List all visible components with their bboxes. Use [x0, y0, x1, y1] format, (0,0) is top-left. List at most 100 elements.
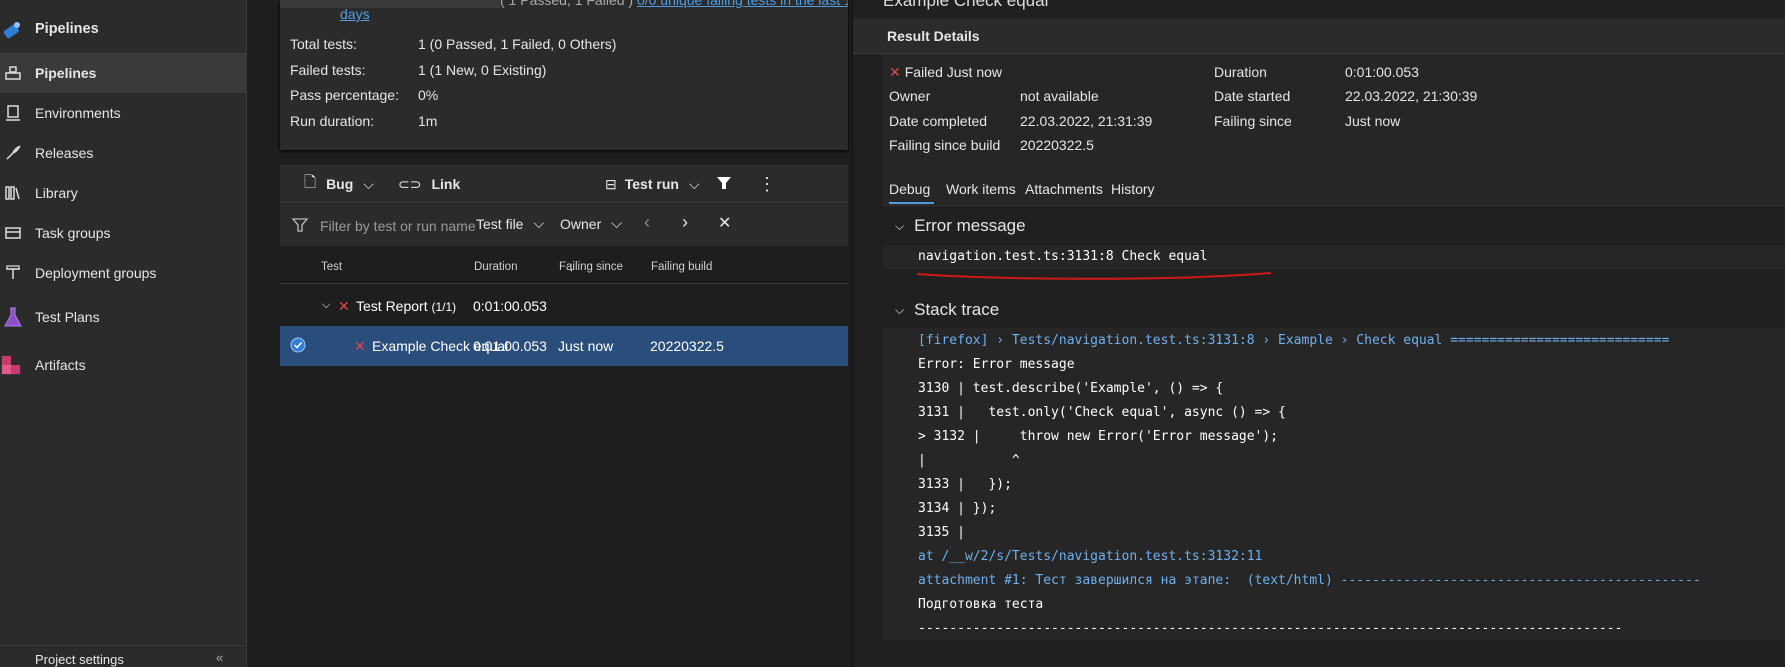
field-value: 22.03.2022, 21:30:39 — [1345, 88, 1478, 104]
test-run-button[interactable]: ⊟ Test run ⌵ — [605, 165, 700, 203]
filter-bar: Filter by test or run name Test file ⌵ O… — [280, 204, 848, 246]
sidebar-item-task-groups[interactable]: Task groups — [0, 213, 247, 253]
chevron-down-icon: ⌵ — [895, 218, 905, 233]
field-value: 0:01:00.053 — [1345, 64, 1419, 80]
summary-value: 1 (0 Passed, 1 Failed, 0 Others) — [418, 36, 617, 52]
close-icon[interactable]: ✕ — [718, 213, 731, 233]
filter-button[interactable] — [716, 165, 732, 203]
sidebar-header[interactable]: Pipelines — [0, 8, 247, 50]
column-failing-since[interactable]: Failing since — [559, 261, 623, 273]
tab-history[interactable]: History — [1111, 181, 1155, 197]
chevron-down-icon: ⌵ — [688, 175, 700, 192]
summary-key: Total tests: — [290, 36, 357, 52]
summary-value: 1m — [418, 113, 438, 129]
failed-x-icon: ✕ — [338, 298, 350, 314]
link-icon: ⊂⊃ — [398, 175, 422, 192]
field-value: not available — [1020, 88, 1099, 104]
next-icon[interactable]: › — [682, 212, 688, 233]
selected-check-icon[interactable] — [290, 337, 306, 356]
test-plans-icon — [2, 306, 24, 328]
failed-x-icon: ✕ — [354, 338, 366, 354]
chevron-down-icon[interactable]: ⌵ — [322, 299, 330, 312]
summary-top-strip: days ( 1 Passed, 1 Failed ) 0/0 unique f… — [280, 0, 848, 22]
stack-line: Error: Error message — [918, 357, 1075, 372]
result-title: Example Check equal — [883, 0, 1049, 10]
sidebar-item-releases[interactable]: Releases — [0, 133, 247, 173]
chevron-down-icon: ⌵ — [895, 302, 905, 317]
sidebar-item-pipelines[interactable]: Pipelines — [0, 53, 247, 93]
chevron-down-icon: ⌵ — [533, 215, 545, 231]
chevron-down-icon: ⌵ — [611, 215, 622, 231]
field-key: Failing since build — [889, 137, 1001, 153]
failing-tests-link[interactable]: 0/0 unique failing tests in the last 14 — [637, 0, 848, 8]
pipelines-icon — [2, 62, 24, 84]
test-file-label: Test file — [476, 215, 524, 232]
chevron-down-icon: ⌵ — [363, 175, 374, 192]
sidebar-item-label: Environments — [35, 105, 121, 121]
test-file-dropdown[interactable]: Test file ⌵ — [476, 215, 544, 232]
sidebar-item-artifacts[interactable]: Artifacts — [0, 345, 247, 385]
sidebar-item-library[interactable]: Library — [0, 173, 247, 213]
bug-icon: 🗋 — [304, 173, 317, 191]
test-run-icon: ⊟ — [605, 175, 617, 192]
field-key: Failing since — [1214, 113, 1292, 129]
result-details-header: Result Details — [853, 18, 1785, 54]
tab-debug[interactable]: Debug — [889, 181, 930, 197]
stack-line: > 3132 | throw new Error('Error message'… — [918, 429, 1279, 444]
project-settings-label: Project settings — [35, 652, 124, 667]
previous-icon[interactable]: ‹ — [644, 212, 650, 233]
group-duration: 0:01:00.053 — [473, 298, 547, 314]
collapse-icon[interactable]: « — [216, 650, 223, 665]
sidebar-bottom[interactable]: Project settings « — [0, 645, 247, 667]
result-details-label: Result Details — [887, 28, 980, 44]
failed-x-icon: ✕ — [889, 64, 901, 80]
error-section-title: Error message — [914, 216, 1026, 235]
stack-line: [firefox] › Tests/navigation.test.ts:313… — [918, 333, 1670, 348]
active-tab-indicator — [889, 202, 934, 204]
link-label: Link — [431, 176, 461, 192]
link-button[interactable]: ⊂⊃ Link — [398, 165, 460, 203]
sidebar-item-test-plans[interactable]: Test Plans — [0, 297, 247, 337]
stack-line: 3135 | — [918, 525, 965, 540]
red-underline-annotation — [916, 272, 1272, 280]
group-count: (1/1) — [431, 300, 457, 314]
field-value: 20220322.5 — [1020, 137, 1094, 153]
filter-input[interactable]: Filter by test or run name — [291, 215, 492, 237]
field-key: Duration — [1214, 64, 1267, 80]
sidebar-item-deployment-groups[interactable]: Deployment groups — [0, 253, 247, 293]
sidebar-item-label: Task groups — [35, 225, 111, 241]
status-text: Failed Just now — [904, 64, 1003, 80]
column-test[interactable]: Test — [321, 261, 342, 273]
environments-icon — [2, 102, 24, 124]
failing-tests-link-tail[interactable]: days — [340, 6, 370, 22]
summary-value: 0% — [418, 87, 439, 103]
stack-line: | ^ — [918, 453, 1020, 468]
error-message-text: navigation.test.ts:3131:8 Check equal — [918, 249, 1208, 264]
run-summary-card: days ( 1 Passed, 1 Failed ) 0/0 unique f… — [280, 0, 848, 150]
stack-trace-section[interactable]: ⌵ Stack trace — [895, 300, 999, 320]
tab-work-items[interactable]: Work items — [946, 181, 1016, 197]
stack-line: attachment #1: Тест завершился на этапе:… — [918, 573, 1701, 588]
test-run-pane: days ( 1 Passed, 1 Failed ) 0/0 unique f… — [248, 0, 852, 667]
sidebar-item-environments[interactable]: Environments — [0, 93, 247, 133]
stack-line: Подготовка теста — [918, 597, 1044, 612]
test-group-row[interactable]: ⌵ ✕ Test Report (1/1) 0:01:00.053 — [280, 286, 848, 326]
test-failing-build: 20220322.5 — [650, 338, 724, 354]
column-duration[interactable]: Duration — [474, 261, 517, 273]
filter-placeholder: Filter by test or run name — [320, 218, 476, 234]
result-fields-panel: ✕ Failed Just now Owner not available Dat… — [883, 54, 1785, 172]
results-table-header: Test Duration ↓ Failing since Failing bu… — [280, 250, 848, 284]
tab-attachments[interactable]: Attachments — [1025, 181, 1103, 197]
status-failed: ✕ Failed Just now — [889, 64, 1002, 81]
error-message-section[interactable]: ⌵ Error message — [895, 216, 1026, 236]
pipelines-rocket-icon — [2, 18, 24, 40]
summary-key: Failed tests: — [290, 62, 366, 78]
deployment-groups-icon — [2, 262, 24, 284]
more-options-icon[interactable]: ⋮ — [758, 165, 776, 203]
table-row[interactable]: ✕ Example Check equal 0:01:00.053 Just n… — [280, 326, 848, 366]
column-failing-build[interactable]: Failing build — [651, 261, 712, 273]
bug-button[interactable]: 🗋 Bug ⌵ — [304, 165, 374, 203]
sidebar-item-label: Library — [35, 185, 78, 201]
owner-dropdown[interactable]: Owner ⌵ — [560, 215, 622, 232]
stack-line: 3133 | }); — [918, 477, 1012, 492]
